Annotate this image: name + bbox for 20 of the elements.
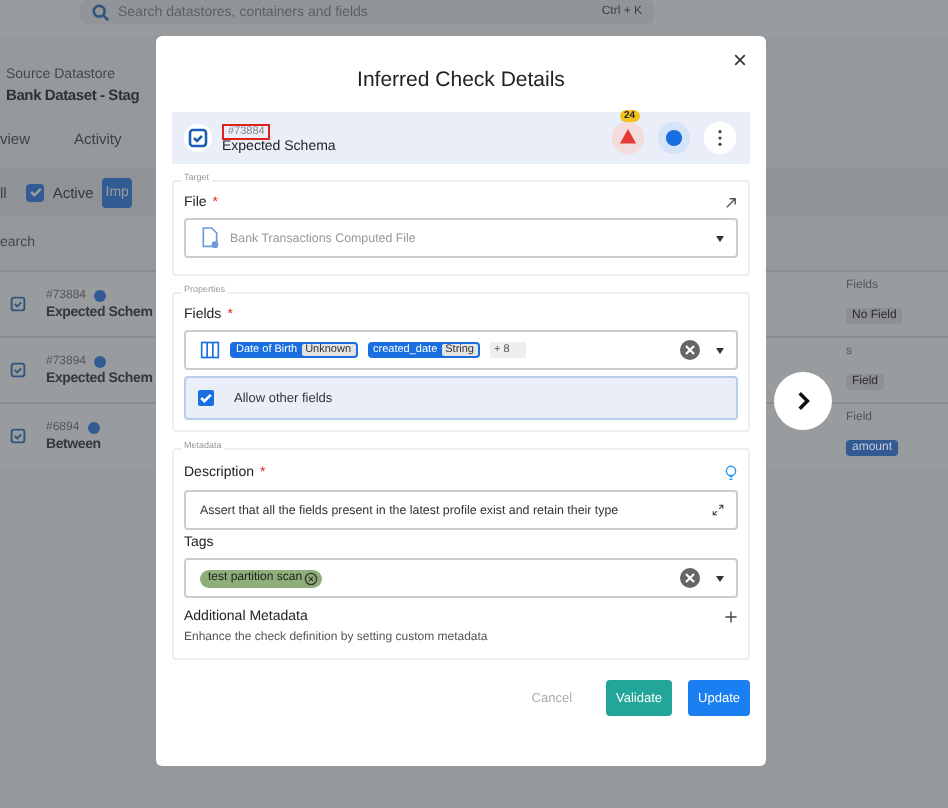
dialog-title: Inferred Check Details — [355, 68, 567, 92]
active-checkbox[interactable] — [26, 183, 45, 201]
check-icon — [184, 124, 212, 152]
caret-icon — [716, 235, 724, 241]
add-icon[interactable] — [724, 610, 738, 624]
columns-icon — [200, 340, 220, 360]
remove-icon[interactable] — [304, 571, 319, 585]
caret-icon — [716, 347, 724, 353]
external-link-icon[interactable] — [724, 196, 738, 210]
lightbulb-icon[interactable] — [724, 464, 738, 482]
chevron-right-icon — [792, 390, 814, 412]
clear-icon[interactable] — [680, 340, 700, 360]
expand-icon[interactable] — [712, 504, 724, 516]
search-icon — [92, 3, 110, 21]
clear-icon[interactable] — [680, 568, 700, 588]
warning-icon[interactable] — [610, 120, 646, 156]
close-icon[interactable] — [734, 54, 746, 66]
file-icon — [200, 226, 220, 250]
caret-icon — [716, 575, 724, 581]
allow-other-checkbox[interactable] — [198, 390, 214, 406]
